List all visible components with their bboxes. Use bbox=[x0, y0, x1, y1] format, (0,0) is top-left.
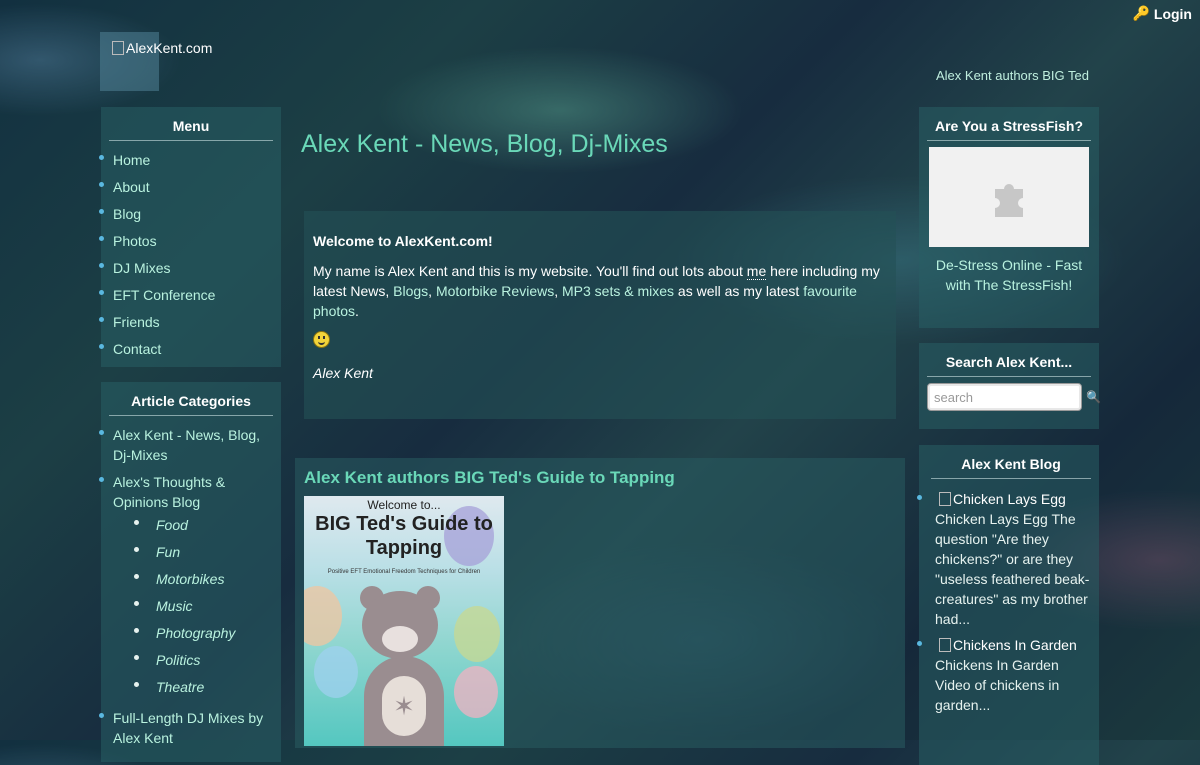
blogs-link[interactable]: Blogs bbox=[393, 283, 428, 299]
site-logo[interactable]: AlexKent.com bbox=[100, 32, 212, 91]
welcome-text-part: , bbox=[554, 283, 562, 299]
subcategory-item[interactable]: Music bbox=[134, 593, 273, 620]
star-icon: ✶ bbox=[382, 676, 426, 736]
plugin-placeholder[interactable] bbox=[929, 147, 1089, 247]
subcategory-item[interactable]: Politics bbox=[134, 647, 273, 674]
page-title: Alex Kent - News, Blog, Dj-Mixes bbox=[301, 130, 668, 158]
book-subtitle: Positive EFT Emotional Freedom Technique… bbox=[327, 569, 481, 575]
welcome-box: Welcome to AlexKent.com! My name is Alex… bbox=[304, 211, 896, 419]
balloon-shape bbox=[454, 606, 500, 662]
news-ticker[interactable]: Alex Kent authors BIG Ted bbox=[936, 68, 1089, 83]
menu-link[interactable]: Home bbox=[113, 152, 150, 168]
article-title[interactable]: Alex Kent authors BIG Ted's Guide to Tap… bbox=[304, 468, 896, 488]
article-card: Alex Kent authors BIG Ted's Guide to Tap… bbox=[295, 458, 905, 748]
blog-panel: Alex Kent Blog Chicken Lays Egg Chicken … bbox=[917, 445, 1099, 765]
menu-link[interactable]: Blog bbox=[113, 206, 141, 222]
menu-item-about[interactable]: About bbox=[99, 174, 273, 201]
menu-panel: Menu Home About Blog Photos DJ Mixes EFT… bbox=[99, 107, 281, 367]
menu-link[interactable]: Friends bbox=[113, 314, 160, 330]
search-row: 🔍 bbox=[919, 383, 1101, 411]
blog-item-text: Chickens In Garden Video of chickens in … bbox=[935, 657, 1060, 713]
menu-link[interactable]: Contact bbox=[113, 341, 161, 357]
subcategory-list: Food Fun Motorbikes Music Photography Po… bbox=[113, 512, 273, 701]
welcome-text-part: My name is Alex Kent and this is my webs… bbox=[313, 263, 747, 279]
blog-list: Chicken Lays Egg Chicken Lays Egg The qu… bbox=[917, 485, 1091, 717]
blog-title: Alex Kent Blog bbox=[931, 453, 1091, 479]
stressfish-title: Are You a StressFish? bbox=[927, 115, 1091, 141]
search-title: Search Alex Kent... bbox=[927, 351, 1091, 377]
category-link[interactable]: Full-Length DJ Mixes by Alex Kent bbox=[113, 710, 263, 746]
bear-muzzle bbox=[382, 626, 418, 652]
subcategory-item[interactable]: Photography bbox=[134, 620, 273, 647]
welcome-text-part: . bbox=[355, 303, 359, 319]
subcategory-link[interactable]: Fun bbox=[156, 544, 180, 560]
welcome-text-part: as well as my latest bbox=[674, 283, 804, 299]
menu-item-friends[interactable]: Friends bbox=[99, 309, 273, 336]
motorbike-reviews-link[interactable]: Motorbike Reviews bbox=[436, 283, 554, 299]
menu-item-photos[interactable]: Photos bbox=[99, 228, 273, 255]
balloon-shape bbox=[314, 646, 358, 698]
balloon-shape bbox=[304, 586, 342, 646]
subcategory-link[interactable]: Music bbox=[156, 598, 193, 614]
categories-list: Alex Kent - News, Blog, Dj-Mixes Alex's … bbox=[99, 422, 273, 752]
subcategory-link[interactable]: Theatre bbox=[156, 679, 204, 695]
stressfish-panel: Are You a StressFish? De-Stress Online -… bbox=[919, 107, 1099, 328]
blog-item[interactable]: Chickens In Garden Chickens In Garden Vi… bbox=[917, 631, 1091, 717]
book-cover-image[interactable]: Welcome to... BIG Ted's Guide to Tapping… bbox=[304, 496, 504, 746]
book-title: BIG Ted's Guide to Tapping bbox=[315, 513, 493, 559]
subcategory-item[interactable]: Motorbikes bbox=[134, 566, 273, 593]
login-link[interactable]: 🔑 Login bbox=[1132, 5, 1192, 22]
menu-item-dj-mixes[interactable]: DJ Mixes bbox=[99, 255, 273, 282]
blog-item[interactable]: Chicken Lays Egg Chicken Lays Egg The qu… bbox=[917, 485, 1091, 631]
logo-alt-text: AlexKent.com bbox=[112, 40, 212, 56]
welcome-heading: Welcome to AlexKent.com! bbox=[313, 233, 493, 249]
menu-item-home[interactable]: Home bbox=[99, 147, 273, 174]
welcome-text-part: , bbox=[428, 283, 436, 299]
stressfish-link[interactable]: De-Stress Online - Fast with The StressF… bbox=[927, 255, 1091, 295]
menu-link[interactable]: DJ Mixes bbox=[113, 260, 171, 276]
category-link[interactable]: Alex Kent - News, Blog, Dj-Mixes bbox=[113, 427, 260, 463]
subcategory-item[interactable]: Food bbox=[134, 512, 273, 539]
mp3-mixes-link[interactable]: MP3 sets & mixes bbox=[562, 283, 674, 299]
subcategory-link[interactable]: Food bbox=[156, 517, 188, 533]
search-panel: Search Alex Kent... 🔍 bbox=[919, 343, 1101, 429]
login-label: Login bbox=[1153, 5, 1192, 22]
key-icon: 🔑 bbox=[1132, 5, 1150, 21]
blog-thumbnail[interactable]: Chicken Lays Egg bbox=[935, 489, 1091, 509]
blog-item-text: Chicken Lays Egg The question "Are they … bbox=[935, 511, 1090, 627]
me-link[interactable]: me bbox=[746, 263, 767, 280]
subcategory-link[interactable]: Motorbikes bbox=[156, 571, 224, 587]
search-icon[interactable]: 🔍 bbox=[1086, 390, 1101, 404]
menu-item-blog[interactable]: Blog bbox=[99, 201, 273, 228]
blog-thumbnail[interactable]: Chickens In Garden bbox=[935, 635, 1091, 655]
category-item[interactable]: Full-Length DJ Mixes by Alex Kent bbox=[99, 705, 273, 752]
menu-link[interactable]: About bbox=[113, 179, 150, 195]
category-link[interactable]: Alex's Thoughts & Opinions Blog bbox=[113, 474, 225, 510]
menu-item-eft-conference[interactable]: EFT Conference bbox=[99, 282, 273, 309]
menu-title: Menu bbox=[109, 115, 273, 141]
search-input[interactable] bbox=[927, 383, 1082, 411]
category-item[interactable]: Alex's Thoughts & Opinions Blog Food Fun… bbox=[99, 469, 273, 705]
subcategory-item[interactable]: Theatre bbox=[134, 674, 273, 701]
puzzle-icon bbox=[995, 184, 1023, 217]
smiley-icon bbox=[313, 331, 330, 348]
menu-link[interactable]: EFT Conference bbox=[113, 287, 215, 303]
menu-list: Home About Blog Photos DJ Mixes EFT Conf… bbox=[99, 147, 273, 363]
subcategory-link[interactable]: Politics bbox=[156, 652, 200, 668]
balloon-shape bbox=[454, 666, 498, 718]
book-top-text: Welcome to... bbox=[367, 498, 441, 512]
menu-link[interactable]: Photos bbox=[113, 233, 157, 249]
menu-item-contact[interactable]: Contact bbox=[99, 336, 273, 363]
categories-panel: Article Categories Alex Kent - News, Blo… bbox=[99, 382, 281, 762]
subcategory-link[interactable]: Photography bbox=[156, 625, 235, 641]
signature: Alex Kent bbox=[313, 365, 373, 381]
subcategory-item[interactable]: Fun bbox=[134, 539, 273, 566]
categories-title: Article Categories bbox=[109, 390, 273, 416]
category-item[interactable]: Alex Kent - News, Blog, Dj-Mixes bbox=[99, 422, 273, 469]
welcome-text: My name is Alex Kent and this is my webs… bbox=[313, 261, 887, 321]
